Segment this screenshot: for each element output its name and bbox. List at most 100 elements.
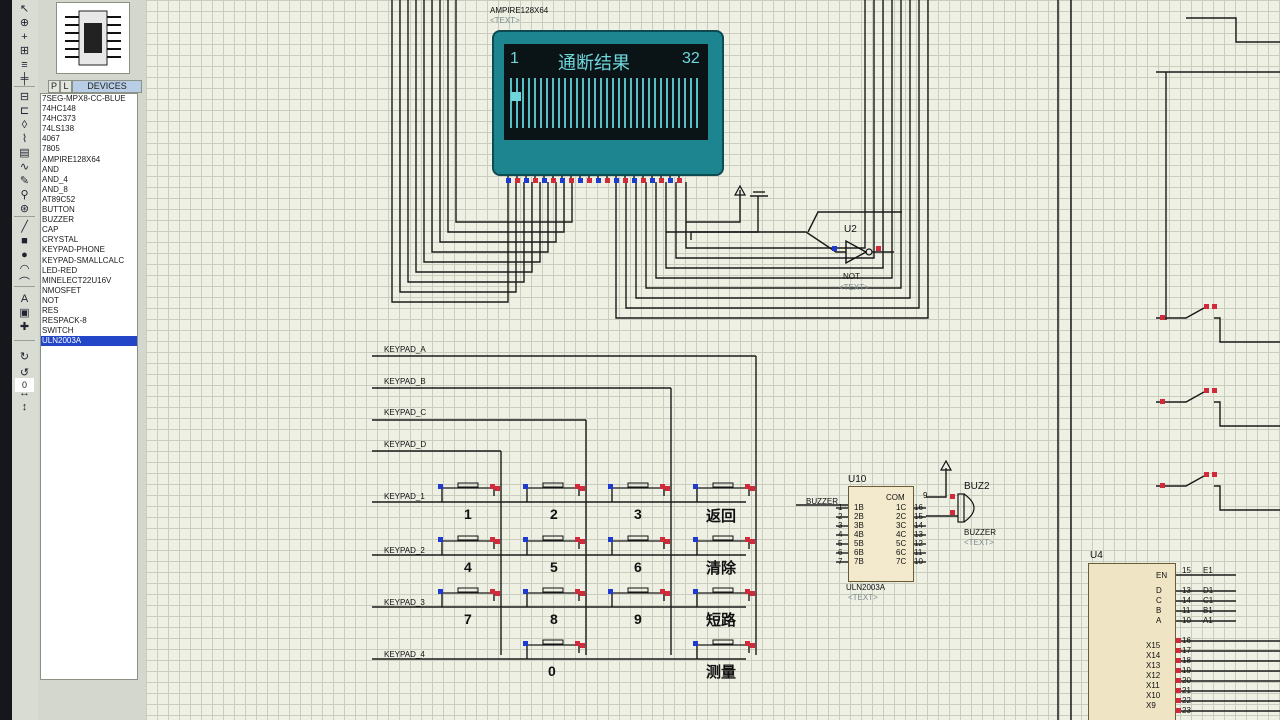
probe-v-icon[interactable]: ✎ <box>15 174 34 188</box>
rotation-value-field[interactable]: 0 <box>15 378 34 392</box>
flip-v-icon[interactable]: ↕ <box>15 400 34 414</box>
device-item[interactable]: AND <box>41 165 137 175</box>
net-label-keypad-d[interactable]: KEYPAD_D <box>384 440 426 449</box>
toolbar-separator <box>14 216 35 217</box>
key-pin-marker <box>523 641 528 646</box>
box-icon[interactable]: ■ <box>15 234 34 248</box>
tape-icon[interactable]: ▤ <box>15 146 34 160</box>
line-icon[interactable]: ╱ <box>15 220 34 234</box>
device-item[interactable]: AND_8 <box>41 185 137 195</box>
device-item[interactable]: CRYSTAL <box>41 235 137 245</box>
device-item[interactable]: 74LS138 <box>41 124 137 134</box>
device-list[interactable]: 7SEG-MPX8-CC-BLUE 74HC148 74HC373 74LS138 40… <box>40 93 138 680</box>
device-panel: P L DEVICES 7SEG-MPX8-CC-BLUE 74HC148 74HC… <box>38 0 147 720</box>
uln-left-pin-label: 4B <box>854 530 864 539</box>
uln-com-pin: 9 <box>923 491 928 500</box>
key-pin-marker <box>745 484 750 489</box>
net-label-keypad-c[interactable]: KEYPAD_C <box>384 408 426 417</box>
device-item[interactable]: AND_4 <box>41 175 137 185</box>
key-pin-marker <box>693 641 698 646</box>
lcd-pin-marker <box>569 178 574 183</box>
probe-i-icon[interactable]: ⚲ <box>15 188 34 202</box>
device-item[interactable]: NOT <box>41 296 137 306</box>
key-plunger-icon <box>627 587 649 593</box>
port-icon[interactable]: ◊ <box>15 118 34 132</box>
device-item[interactable]: ULN2003A <box>41 336 137 347</box>
key-label-8: 8 <box>550 611 558 627</box>
key-pin-marker <box>660 589 665 594</box>
device-item[interactable]: RESPACK-8 <box>41 316 137 326</box>
instrument-icon[interactable]: ⊛ <box>15 202 34 216</box>
switch-pin-marker <box>1160 483 1165 488</box>
device-item[interactable]: MINELECT22U16V <box>41 276 137 286</box>
uln-left-pin-number: 2 <box>838 512 843 521</box>
rotate-cw-icon[interactable]: ↻ <box>15 350 34 364</box>
device-item[interactable]: KEYPAD-SMALLCALC <box>41 256 137 266</box>
arc-icon[interactable]: ◠ <box>15 262 34 276</box>
key-pin-marker <box>750 486 755 491</box>
lcd-pin-marker <box>587 178 592 183</box>
net-label-keypad-2[interactable]: KEYPAD_2 <box>384 546 425 555</box>
component-icon[interactable]: ⊕ <box>15 16 34 30</box>
key-pin-marker <box>660 537 665 542</box>
device-item[interactable]: 7SEG-MPX8-CC-BLUE <box>41 94 137 104</box>
device-item[interactable]: NMOSFET <box>41 286 137 296</box>
subcircuit-icon[interactable]: ⊟ <box>15 90 34 104</box>
junction-icon[interactable]: + <box>15 30 34 44</box>
lcd-pin-marker <box>560 178 565 183</box>
graph-icon[interactable]: ⌇ <box>15 132 34 146</box>
uln-right-pin-number: 14 <box>914 521 923 530</box>
u4-input-number: 11 <box>1182 606 1191 615</box>
text-icon[interactable]: ≡ <box>15 58 34 72</box>
device-item[interactable]: 7805 <box>41 144 137 154</box>
label-icon[interactable]: ⊞ <box>15 44 34 58</box>
uln-net-buzzer[interactable]: BUZZER <box>806 497 838 506</box>
u4-pin-marker <box>1176 678 1181 683</box>
uln-text-tag: <TEXT> <box>848 593 878 602</box>
schematic-canvas[interactable]: AMPIRE128X64 <TEXT> 1 通断结果 32 U2 NOT <TE… <box>146 0 1280 720</box>
device-item[interactable]: 4067 <box>41 134 137 144</box>
terminal-icon[interactable]: ⊏ <box>15 104 34 118</box>
u4-input-net: C1 <box>1203 596 1214 605</box>
net-label-keypad-4[interactable]: KEYPAD_4 <box>384 650 425 659</box>
device-item[interactable]: BUZZER <box>41 215 137 225</box>
key-pin-marker <box>575 589 580 594</box>
bus-icon[interactable]: ╪ <box>15 72 34 86</box>
device-item[interactable]: CAP <box>41 225 137 235</box>
device-item[interactable]: LED-RED <box>41 266 137 276</box>
device-item[interactable]: SWITCH <box>41 326 137 336</box>
uln-right-pin-label: 3C <box>896 521 907 530</box>
pointer-icon[interactable]: ↖ <box>15 2 34 16</box>
device-item[interactable]: BUTTON <box>41 205 137 215</box>
net-label-keypad-b[interactable]: KEYPAD_B <box>384 377 426 386</box>
device-item[interactable]: 74HC148 <box>41 104 137 114</box>
tab-pick[interactable]: P <box>48 80 60 93</box>
key-label-9: 9 <box>634 611 642 627</box>
symbol-icon[interactable]: ▣ <box>15 306 34 320</box>
device-item[interactable]: AMPIRE128X64 <box>41 155 137 165</box>
net-label-keypad-a[interactable]: KEYPAD_A <box>384 345 426 354</box>
tab-library[interactable]: L <box>60 80 72 93</box>
path-icon[interactable]: ⌒ <box>15 276 34 290</box>
device-item[interactable]: 74HC373 <box>41 114 137 124</box>
circle-icon[interactable]: ● <box>15 248 34 262</box>
marker-icon[interactable]: ✚ <box>15 320 34 334</box>
lcd-display[interactable]: 1 通断结果 32 <box>492 30 724 176</box>
u4-chip[interactable] <box>1088 563 1176 720</box>
net-label-keypad-3[interactable]: KEYPAD_3 <box>384 598 425 607</box>
switch-pin-marker <box>1212 388 1217 393</box>
device-item[interactable]: AT89C52 <box>41 195 137 205</box>
u4-output-number: 17 <box>1182 646 1191 655</box>
u4-en-net[interactable]: E1 <box>1203 566 1213 575</box>
not-gate-icon <box>845 239 868 265</box>
key-pin-marker <box>523 484 528 489</box>
text-tool-icon[interactable]: A <box>15 292 34 306</box>
u4-output-number: 22 <box>1182 696 1191 705</box>
u4-output-label: X10 <box>1146 691 1161 700</box>
uln-right-pin-number: 11 <box>914 548 923 557</box>
net-label-keypad-1[interactable]: KEYPAD_1 <box>384 492 425 501</box>
generator-icon[interactable]: ∿ <box>15 160 34 174</box>
uln-right-pin-label: 5C <box>896 539 907 548</box>
device-item[interactable]: KEYPAD-PHONE <box>41 245 137 255</box>
device-item[interactable]: RES <box>41 306 137 316</box>
